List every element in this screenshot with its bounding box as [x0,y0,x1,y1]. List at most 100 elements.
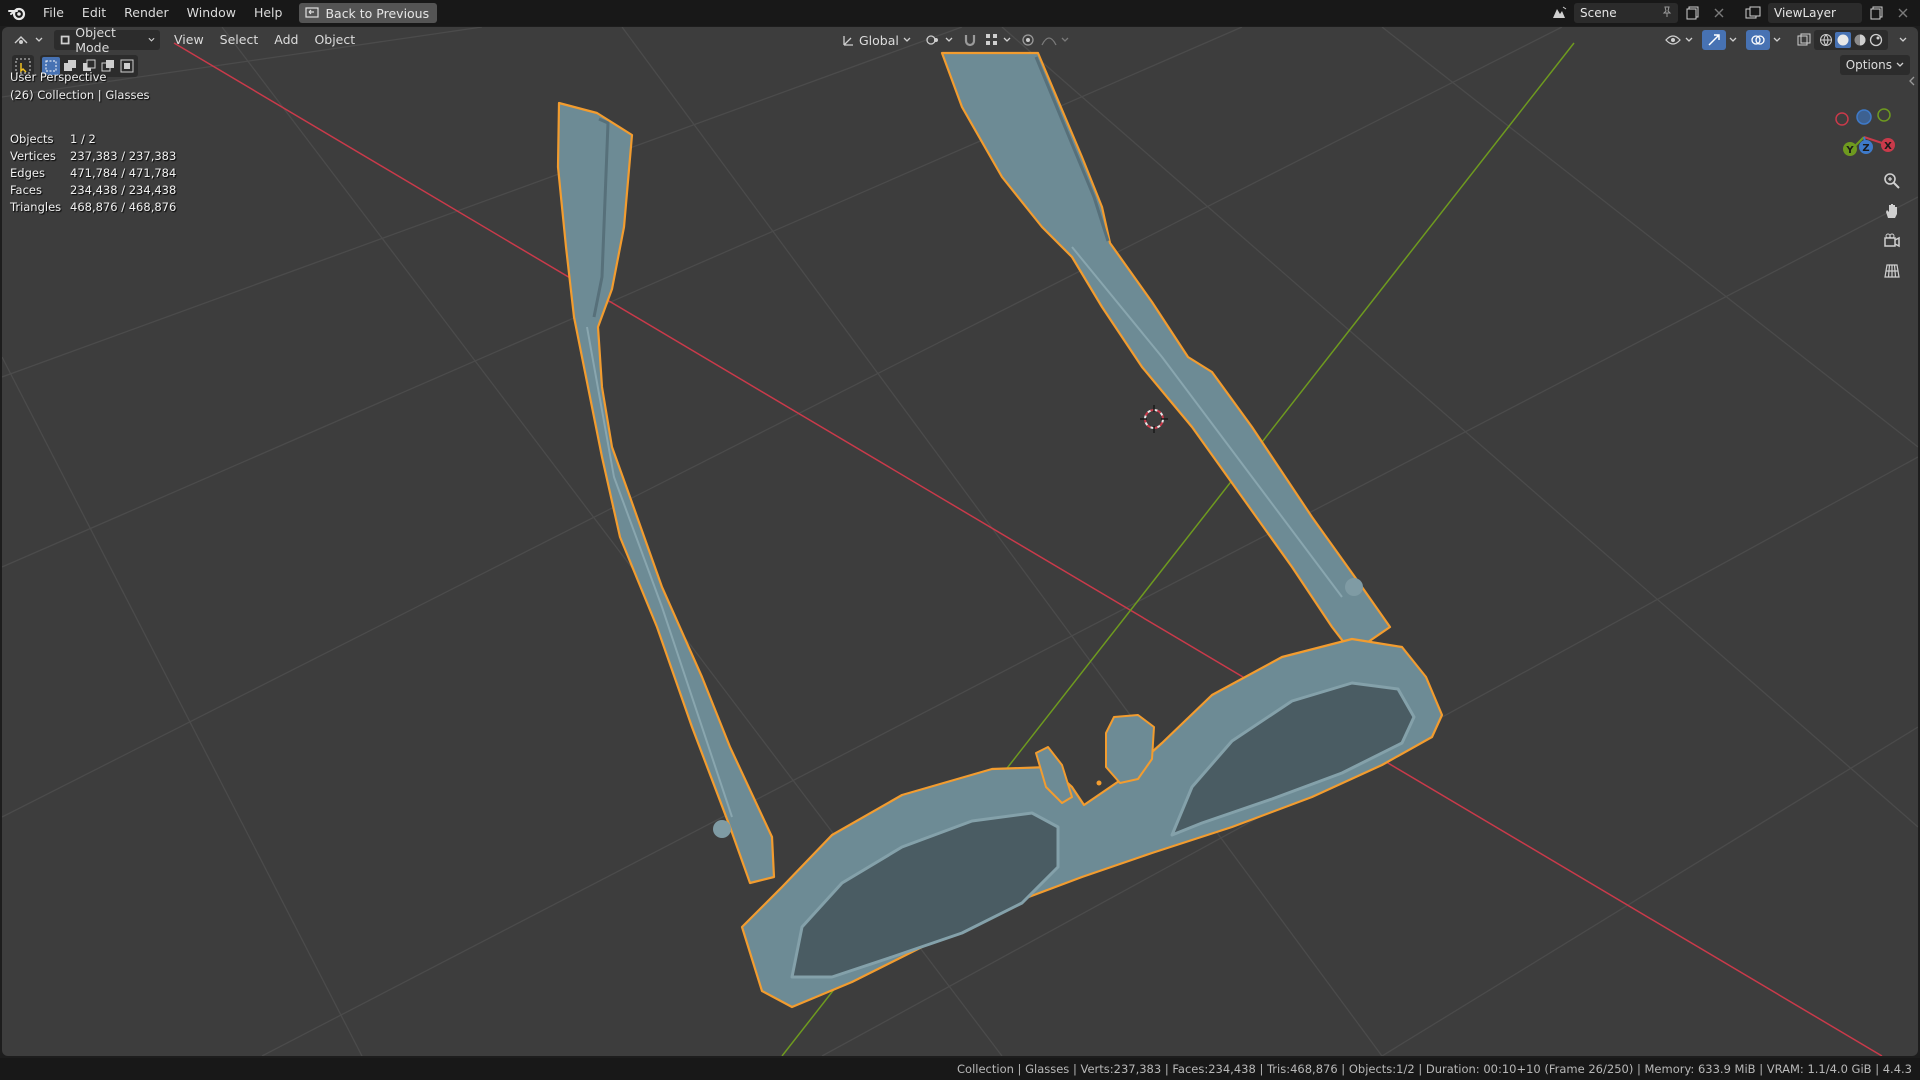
3d-cursor [1140,405,1168,433]
perspective-toggle-button[interactable] [1880,259,1904,283]
menu-file[interactable]: File [34,0,73,26]
editor-type-selector[interactable] [8,30,48,50]
menu-window[interactable]: Window [178,0,245,26]
material-shading-icon[interactable] [1853,33,1867,47]
snap-toggle[interactable] [958,30,982,50]
visibility-dropdown[interactable] [1660,30,1698,50]
menu-help[interactable]: Help [245,0,292,26]
solid-shading-icon[interactable] [1835,32,1851,48]
glasses-model [556,51,1444,1009]
negative-y-axis-handle [1877,108,1891,122]
menu-select[interactable]: Select [212,27,267,53]
back-to-previous-button[interactable]: Back to Previous [299,3,438,23]
stats-row: Edges 471,784 / 471,784 [10,165,176,182]
viewport-scene [2,27,1918,1056]
gizmo-dropdown[interactable] [1724,30,1742,50]
status-bar: Collection | Glasses | Verts:237,383 | F… [0,1058,1920,1080]
chevron-down-icon [1061,37,1069,42]
snap-target-dropdown[interactable] [980,30,1016,50]
menu-object[interactable]: Object [306,27,363,53]
sidebar-toggle[interactable] [1908,75,1918,91]
active-collection-label: (26) Collection | Glasses [10,88,150,102]
proportional-edit-icon [1022,34,1034,46]
shading-dropdown[interactable] [1894,30,1912,50]
chevron-down-icon [903,37,911,42]
stats-row: Faces 234,438 / 234,438 [10,182,176,199]
object-mode-icon [60,35,70,45]
xray-icon [1797,33,1811,46]
hand-pan-icon [1886,204,1897,218]
chevron-down-icon [945,37,953,42]
stats-label: Edges [10,166,45,180]
chevron-down-icon [1896,62,1904,67]
view-perspective-label: User Perspective [10,70,107,84]
delete-view-layer-icon[interactable] [1892,3,1914,23]
orientation-gizmo-icon [843,36,853,46]
view-layer-selector-icon[interactable] [1742,3,1764,23]
options-label: Options [1845,58,1892,72]
snap-grid-icon [986,34,997,45]
delete-scene-icon[interactable] [1708,3,1730,23]
stats-label: Vertices [10,149,56,163]
options-dropdown[interactable]: Options [1839,55,1910,75]
viewport-editor-icon [14,36,28,44]
status-bar-text: Collection | Glasses | Verts:237,383 | F… [957,1062,1912,1076]
scene-name-field[interactable]: Scene [1574,3,1678,23]
menu-render[interactable]: Render [115,0,178,26]
stats-row: Triangles 468,876 / 468,876 [10,199,176,216]
object-mode-dropdown[interactable]: Object Mode [54,27,160,55]
blender-logo-icon[interactable] [0,0,34,26]
stats-value: 468,876 / 468,876 [70,200,177,214]
chevron-down-icon [1729,37,1737,42]
pan-button[interactable] [1880,199,1904,223]
stats-row: Vertices 237,383 / 237,383 [10,148,176,165]
menu-add[interactable]: Add [266,27,306,53]
scene-selector-icon[interactable] [1548,3,1570,23]
chevron-down-icon [35,37,43,42]
proportional-falloff-dropdown[interactable] [1036,30,1074,50]
new-view-layer-icon[interactable] [1866,3,1888,23]
zoom-button[interactable] [1880,169,1904,193]
chevron-left-icon [1909,76,1915,86]
negative-z-axis-handle [1856,109,1872,125]
3d-viewport[interactable]: Object Mode View Select Add Object Globa… [2,27,1918,1056]
select-intersect-mode[interactable] [118,57,136,75]
chevron-down-icon [1899,37,1907,42]
stats-label: Triangles [10,200,62,214]
magnet-icon [964,35,976,47]
object-origin [1096,780,1102,786]
rendered-shading-icon[interactable] [1869,33,1883,47]
overlays-icon [1751,35,1765,45]
view-layer-name: ViewLayer [1774,6,1836,20]
pin-icon[interactable] [1662,6,1672,21]
orientation-label: Global [859,32,899,48]
transform-orientation-dropdown[interactable]: Global [836,30,916,50]
stats-value: 234,438 / 234,438 [70,183,177,197]
stats-label: Objects [10,132,54,146]
scene-name: Scene [1580,6,1617,20]
shading-mode-group [1814,30,1888,50]
stats-value: 471,784 / 471,784 [70,166,177,180]
perspective-grid-icon [1884,264,1900,278]
camera-view-button[interactable] [1880,229,1904,253]
menu-edit[interactable]: Edit [73,0,115,26]
x-axis-label: X [1884,141,1892,152]
view-layer-field[interactable]: ViewLayer [1768,3,1862,23]
gizmo-toggle[interactable] [1702,30,1726,50]
stats-value: 1 / 2 [70,132,96,146]
stats-value: 237,383 / 237,383 [70,149,177,163]
xray-toggle[interactable] [1792,30,1816,50]
menu-view[interactable]: View [166,27,212,53]
screen-back-icon [305,7,320,18]
top-right-controls: Scene ViewLayer [1548,0,1920,26]
overlays-toggle[interactable] [1746,30,1770,50]
viewport-header: Object Mode View Select Add Object Globa… [2,27,1918,55]
navigation-gizmo[interactable]: X Y Z [1832,97,1902,161]
chevron-down-icon [1685,37,1693,42]
new-scene-icon[interactable] [1682,3,1704,23]
y-axis-label: Y [1845,145,1854,156]
negative-x-axis-handle [1835,112,1849,126]
wireframe-shading-icon[interactable] [1819,33,1833,47]
overlays-dropdown[interactable] [1768,30,1786,50]
pivot-point-dropdown[interactable] [920,30,958,50]
